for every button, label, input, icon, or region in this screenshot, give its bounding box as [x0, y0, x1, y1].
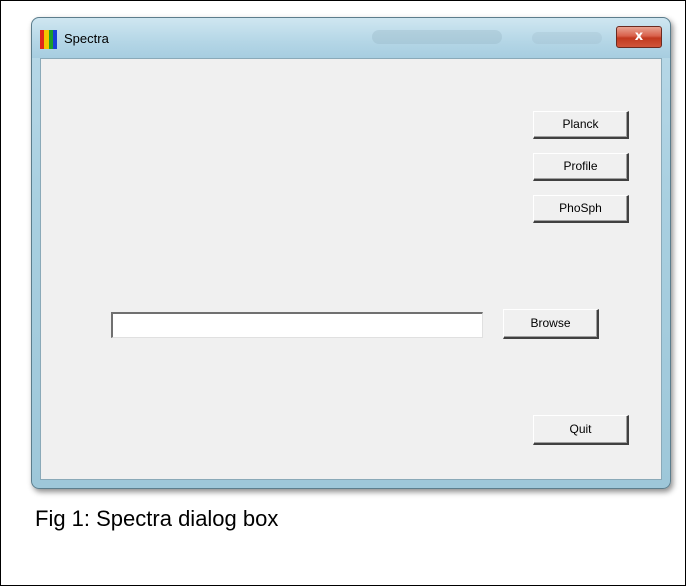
icon-stripe-blue: [52, 30, 57, 49]
spectra-app-icon: [40, 30, 57, 49]
figure-frame: Spectra x Planck Profile PhoSph Browse Q…: [0, 0, 686, 586]
dialog-client-area: Planck Profile PhoSph Browse Quit: [40, 58, 662, 480]
close-icon: x: [634, 29, 644, 44]
close-button[interactable]: x: [616, 26, 662, 48]
spectra-window: Spectra x Planck Profile PhoSph Browse Q…: [31, 17, 671, 489]
phosph-button[interactable]: PhoSph: [533, 195, 629, 223]
title-bar-blur: [532, 32, 602, 44]
title-bar[interactable]: Spectra x: [32, 18, 670, 58]
title-bar-blur: [372, 30, 502, 44]
figure-caption: Fig 1: Spectra dialog box: [35, 506, 279, 531]
window-title: Spectra: [64, 31, 109, 46]
browse-button[interactable]: Browse: [503, 309, 599, 339]
file-path-input[interactable]: [111, 312, 483, 338]
profile-button[interactable]: Profile: [533, 153, 629, 181]
planck-button[interactable]: Planck: [533, 111, 629, 139]
quit-button[interactable]: Quit: [533, 415, 629, 445]
